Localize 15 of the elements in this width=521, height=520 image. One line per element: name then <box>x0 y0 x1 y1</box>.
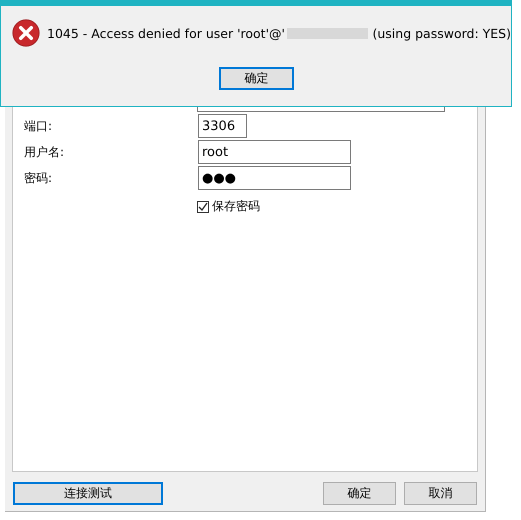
ok-button[interactable]: 确定 <box>323 482 396 505</box>
field-label: 密码: <box>23 170 54 186</box>
port-field[interactable]: 3306 <box>198 114 247 138</box>
error-message: 1045 - Access denied for user 'root'@' <box>47 26 285 40</box>
password-field[interactable]: ●●● <box>198 166 351 190</box>
cancel-button[interactable]: 取消 <box>404 482 477 505</box>
checkbox[interactable] <box>197 200 209 212</box>
error-message-end: (using password: YES) <box>372 26 511 40</box>
username-field[interactable]: root <box>198 140 351 164</box>
error-icon <box>12 17 40 49</box>
test-connection-button[interactable]: 连接测试 <box>13 482 163 505</box>
alert-ok-button[interactable]: 确定 <box>219 67 294 90</box>
field-label: 端口: <box>23 118 54 134</box>
checkbox-label: 保存密码 <box>212 198 260 215</box>
field-label: 用户名: <box>23 144 66 160</box>
